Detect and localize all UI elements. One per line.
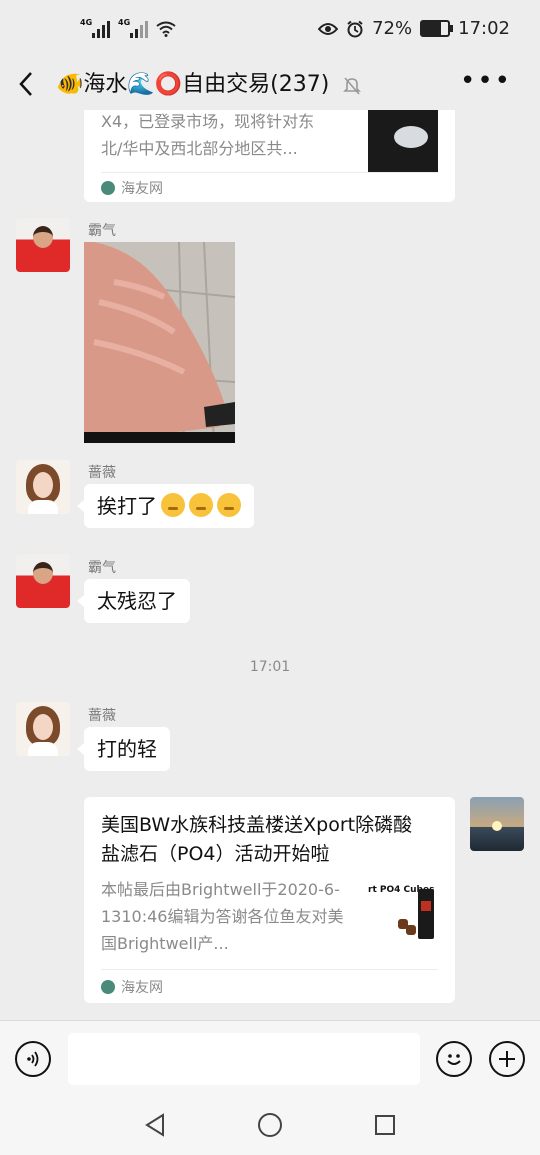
avatar[interactable] <box>470 797 524 851</box>
chat-header: 🐠海水🌊⭕自由交易(237) ••• <box>0 62 540 110</box>
card-source-label: 海友网 <box>121 980 163 996</box>
thinking-emoji-icon <box>217 493 241 517</box>
photo-message[interactable] <box>84 242 235 443</box>
photo-image <box>84 242 235 443</box>
avatar[interactable] <box>16 702 70 756</box>
message-text: 挨打了 <box>97 494 157 518</box>
source-logo-icon <box>101 181 115 195</box>
wifi-icon <box>156 21 176 37</box>
message-bubble[interactable]: 太残忍了 <box>77 579 190 623</box>
card-divider <box>101 172 438 173</box>
recents-square-icon[interactable] <box>372 1112 398 1138</box>
back-triangle-icon[interactable] <box>142 1112 168 1138</box>
status-bar: 4G 4G 72% 17:02 <box>0 0 540 62</box>
message-bubble[interactable]: 挨打了 <box>77 484 254 528</box>
alarm-icon <box>347 20 363 37</box>
chat-timestamp: 17:01 <box>249 659 291 675</box>
card-source: 海友网 <box>101 178 163 198</box>
network-type-label-2: 4G <box>118 18 131 27</box>
status-time: 17:02 <box>458 18 510 39</box>
status-right: 72% 17:02 <box>318 18 510 39</box>
sender-name: 蔷薇 <box>88 465 116 481</box>
card-title: 美国BW水族科技盖楼送Xport除磷酸盐滤石（PO4）活动开始啦 <box>101 814 413 865</box>
thinking-emoji-icon <box>189 493 213 517</box>
network-type-label: 4G <box>80 18 93 27</box>
card-source-label: 海友网 <box>121 181 163 197</box>
avatar[interactable] <box>16 218 70 272</box>
mute-bell-icon <box>343 77 361 95</box>
link-card[interactable]: 美国BW水族科技盖楼送Xport除磷酸盐滤石（PO4）活动开始啦 本帖最后由Br… <box>84 797 455 1003</box>
back-icon[interactable] <box>18 70 34 104</box>
card-description: 本帖最后由Brightwell于2020-6-1310:46编辑为答谢各位鱼友对… <box>101 880 344 953</box>
card-source: 海友网 <box>101 977 163 997</box>
input-bar <box>0 1020 540 1101</box>
avatar[interactable] <box>16 554 70 608</box>
signal-icon-2: 4G <box>118 18 148 38</box>
card-desc-line-1: X4，已登录市场，现将针对东 <box>101 112 315 131</box>
signal-group: 4G 4G <box>80 18 176 38</box>
source-logo-icon <box>101 980 115 994</box>
emoji-icon[interactable] <box>436 1041 472 1077</box>
eye-icon <box>318 22 339 35</box>
card-divider <box>101 969 438 970</box>
message-bubble[interactable]: 打的轻 <box>77 727 170 771</box>
message-input[interactable] <box>68 1033 420 1085</box>
battery-percent: 72% <box>372 18 413 39</box>
signal-icon: 4G <box>80 18 110 38</box>
thinking-emoji-icon <box>161 493 185 517</box>
chat-title: 🐠海水🌊⭕自由交易(237) <box>56 72 330 97</box>
card-thumbnail <box>368 110 438 172</box>
voice-icon[interactable] <box>15 1041 51 1077</box>
plus-icon[interactable] <box>489 1041 525 1077</box>
home-circle-icon[interactable] <box>257 1112 283 1138</box>
card-desc-line-2: 北/华中及西北部分地区共... <box>101 139 298 158</box>
battery-icon <box>420 20 454 37</box>
chat-area[interactable]: X4，已登录市场，现将针对东 北/华中及西北部分地区共... 海友网 霸气 蔷薇… <box>0 110 540 1020</box>
more-icon[interactable]: ••• <box>460 66 512 96</box>
message-text: 太残忍了 <box>97 589 177 613</box>
sender-name: 霸气 <box>88 223 116 239</box>
avatar[interactable] <box>16 460 70 514</box>
link-card[interactable]: X4，已登录市场，现将针对东 北/华中及西北部分地区共... 海友网 <box>84 110 455 202</box>
sender-name: 霸气 <box>88 560 116 576</box>
card-thumbnail: rt PO4 Cubes <box>368 883 438 945</box>
card-description: X4，已登录市场，现将针对东 北/华中及西北部分地区共... <box>101 110 371 162</box>
message-text: 打的轻 <box>97 737 157 761</box>
system-navigation-bar <box>0 1100 540 1155</box>
sender-name: 蔷薇 <box>88 708 116 724</box>
